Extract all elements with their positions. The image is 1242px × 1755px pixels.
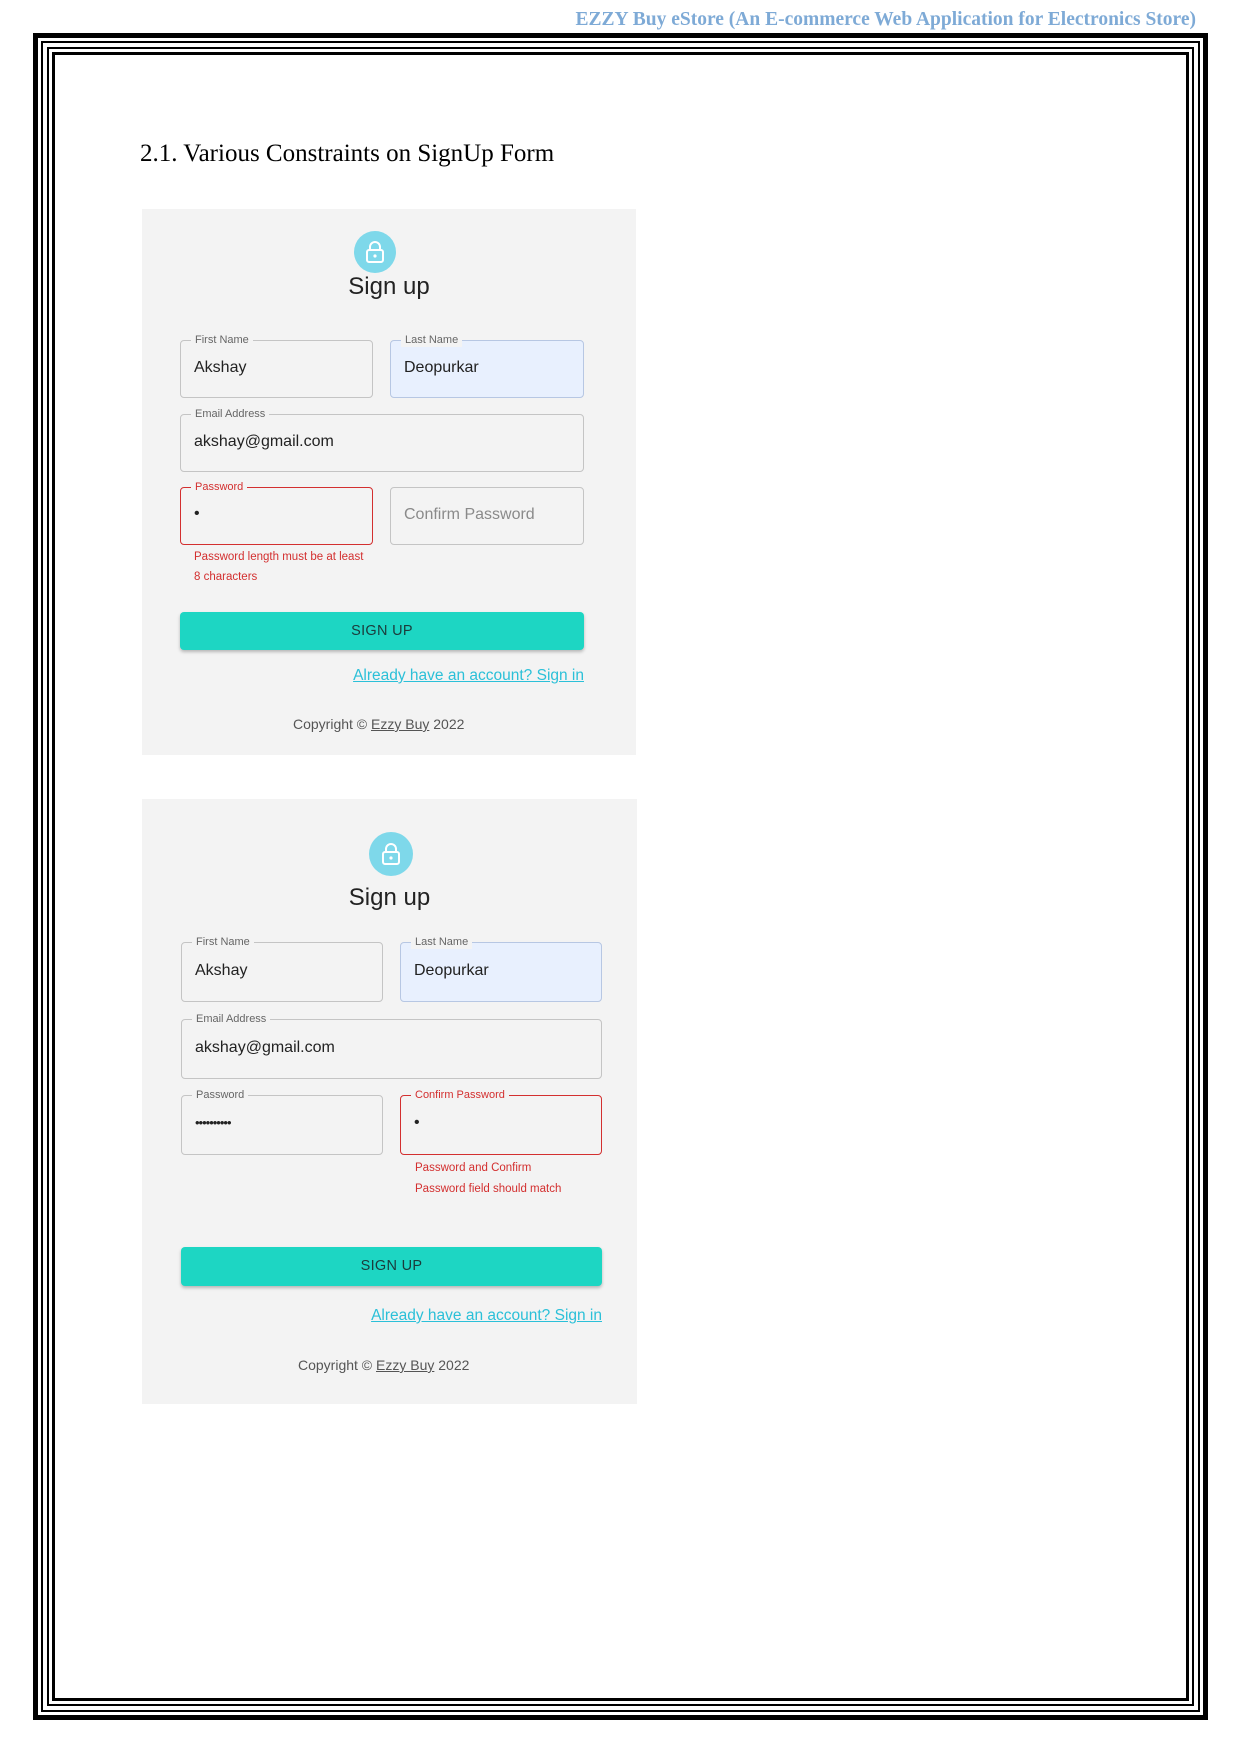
sign-in-link[interactable]: Already have an account? Sign in (353, 667, 584, 685)
first-name-value: Akshay (194, 359, 247, 376)
last-name-value: Deopurkar (404, 359, 479, 376)
email-field[interactable]: Email Address akshay@gmail.com (181, 1012, 602, 1079)
last-name-field[interactable]: Last Name Deopurkar (400, 935, 602, 1002)
email-value: akshay@gmail.com (194, 433, 334, 450)
first-name-label: First Name (192, 935, 254, 949)
first-name-label: First Name (191, 333, 253, 347)
password-value: •••••••••• (195, 1115, 232, 1130)
confirm-password-field[interactable]: Confirm Password • (400, 1088, 602, 1155)
first-name-field[interactable]: First Name Akshay (181, 935, 383, 1002)
copyright: Copyright © Ezzy Buy 2022 (293, 716, 464, 732)
sign-up-button[interactable]: SIGN UP (180, 612, 584, 650)
password-label: Password (191, 480, 248, 494)
password-field[interactable]: Password •••••••••• (181, 1088, 383, 1155)
form-title: Sign up (348, 884, 431, 911)
last-name-field[interactable]: Last Name Deopurkar (390, 333, 584, 398)
confirm-password-field[interactable]: Confirm Password (390, 487, 584, 545)
copyright-brand-link[interactable]: Ezzy Buy (371, 716, 429, 732)
last-name-label: Last Name (411, 935, 473, 949)
first-name-value: Akshay (195, 962, 248, 979)
avatar (369, 832, 413, 876)
copyright-year: 2022 (433, 716, 465, 732)
confirm-password-label: Confirm Password (411, 1088, 509, 1102)
last-name-value: Deopurkar (414, 962, 489, 979)
avatar (354, 231, 396, 273)
password-error-message: Password length must be at least 8 chara… (194, 551, 364, 583)
password-value: • (194, 505, 200, 522)
signup-form-screenshot-password-length: Sign up First Name Akshay Last Name Deop… (142, 209, 636, 755)
section-title: 2.1. Various Constraints on SignUp Form (140, 140, 555, 167)
email-value: akshay@gmail.com (195, 1039, 335, 1056)
sign-up-button[interactable]: SIGN UP (181, 1247, 602, 1286)
confirm-password-value: • (414, 1114, 420, 1131)
password-field[interactable]: Password • (180, 480, 373, 545)
copyright-prefix: Copyright © (298, 1357, 373, 1373)
lock-icon (382, 843, 400, 865)
last-name-label: Last Name (401, 333, 463, 347)
copyright-year: 2022 (438, 1357, 470, 1373)
signup-form-screenshot-password-match: Sign up First Name Akshay Last Name Deop… (142, 799, 637, 1404)
lock-icon (366, 241, 384, 263)
first-name-field[interactable]: First Name Akshay (180, 333, 373, 398)
copyright-prefix: Copyright © (293, 716, 368, 732)
copyright-brand-link[interactable]: Ezzy Buy (376, 1357, 434, 1373)
form-title: Sign up (348, 273, 430, 300)
confirm-password-placeholder: Confirm Password (404, 506, 535, 523)
email-field[interactable]: Email Address akshay@gmail.com (180, 407, 584, 472)
copyright: Copyright © Ezzy Buy 2022 (298, 1357, 469, 1373)
email-label: Email Address (192, 1012, 271, 1026)
running-header: EZZY Buy eStore (An E-commerce Web Appli… (575, 9, 1196, 30)
email-label: Email Address (191, 407, 270, 421)
confirm-password-error-message: Password and Confirm Password field shou… (415, 1162, 562, 1195)
sign-in-link[interactable]: Already have an account? Sign in (371, 1307, 602, 1325)
password-label: Password (192, 1088, 249, 1102)
